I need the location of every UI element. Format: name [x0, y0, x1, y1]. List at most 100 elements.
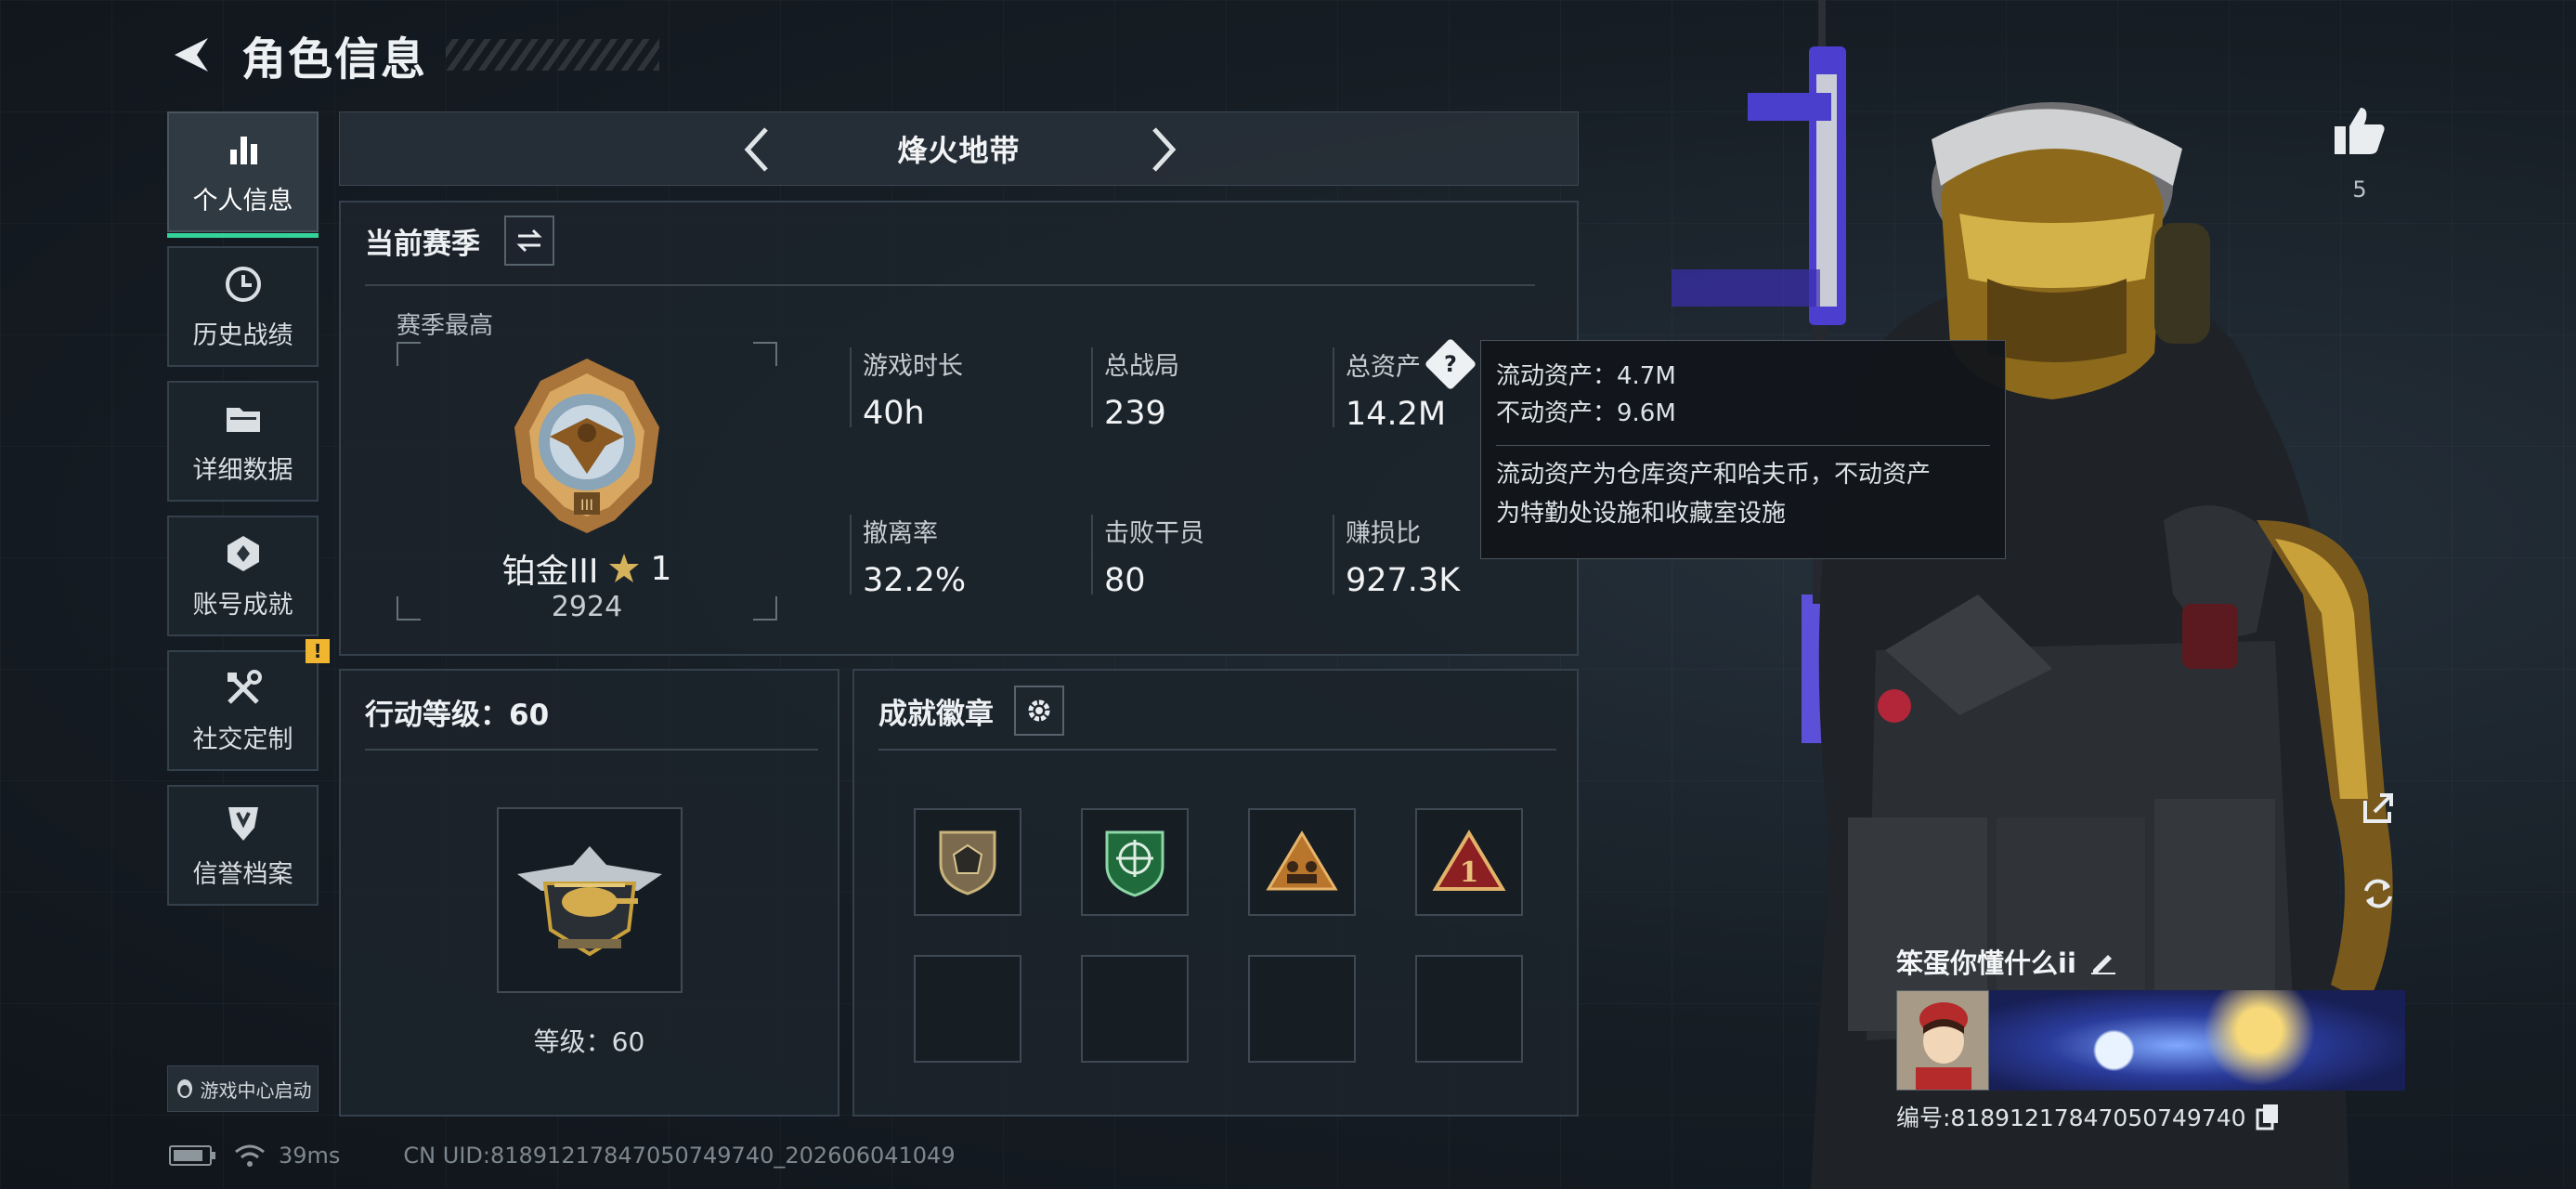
stat-label: 赚损比 — [1346, 519, 1421, 548]
divider — [878, 749, 1556, 751]
divider — [365, 284, 1535, 286]
stat-total-assets: 总资产 ? 14.2M — [1333, 337, 1477, 433]
stat-profit-loss: 赚损比 927.3K — [1332, 513, 1461, 599]
svg-text:III: III — [580, 496, 593, 514]
achievement-settings-button[interactable] — [1014, 686, 1064, 736]
warning-badge: ! — [306, 639, 330, 663]
swap-icon — [516, 229, 542, 253]
frame-corner — [753, 342, 777, 366]
stat-value: 239 — [1104, 395, 1166, 432]
rotate-button[interactable] — [2355, 870, 2401, 917]
platinum-rank-emblem-icon: III — [514, 359, 659, 533]
svg-text:1: 1 — [1460, 856, 1479, 889]
header: 角色信息 — [167, 26, 660, 85]
crest-icon — [222, 532, 265, 575]
sidebar-item-label: 详细数据 — [192, 455, 293, 485]
divider — [365, 749, 818, 751]
rank-name: 铂金III — [501, 553, 599, 591]
achievements-panel: 成就徽章 1 — [852, 669, 1579, 1117]
sidebar-item-achievements[interactable]: 账号成就 — [167, 516, 319, 636]
rank-name-row: 铂金III 1 — [397, 544, 777, 593]
ping-text: 39ms — [279, 1143, 341, 1169]
frame-corner — [397, 342, 421, 366]
sidebar-item-social[interactable]: 社交定制 ! — [167, 639, 330, 771]
help-mark: ? — [1444, 350, 1457, 377]
back-arrow-icon — [175, 38, 208, 72]
season-best-label: 赛季最高 — [397, 312, 494, 340]
next-mode-button[interactable] — [1138, 124, 1190, 176]
stat-extraction-rate: 撤离率 32.2% — [849, 513, 967, 599]
player-id-row: 编号:8189121784705074974​0 — [1896, 1100, 2405, 1133]
sidebar-item-label: 账号成就 — [192, 590, 293, 620]
stat-label: 击败干员 — [1104, 519, 1204, 548]
prev-mode-button[interactable] — [730, 124, 782, 176]
player-banner[interactable] — [1896, 990, 2405, 1091]
wifi-icon — [235, 1144, 265, 1167]
empty-badge-slot[interactable] — [1248, 955, 1356, 1063]
stat-value: 14.2M — [1346, 396, 1447, 433]
tooltip-fixed-assets: 不动资产：9.6M — [1496, 399, 1676, 427]
share-icon — [2363, 793, 2393, 823]
stat-value: 32.2% — [863, 562, 967, 599]
sidebar-item-label: 个人信息 — [192, 186, 293, 216]
player-name-row: 笨蛋你懂什么ii — [1896, 942, 2405, 981]
stat-label: 游戏时长 — [863, 352, 963, 381]
red-number-one-badge-icon: 1 — [1432, 830, 1506, 891]
chevron-left-icon — [744, 127, 768, 172]
sidebar-item-label: 历史战绩 — [192, 320, 293, 350]
sidebar-item-history[interactable]: 历史战绩 — [167, 246, 319, 367]
share-button[interactable] — [2355, 785, 2401, 831]
tools-icon — [222, 667, 265, 710]
thumbs-up-icon[interactable] — [2333, 104, 2387, 156]
stat-label: 总战局 — [1104, 352, 1179, 381]
help-icon[interactable]: ? — [1424, 337, 1477, 391]
switch-season-button[interactable] — [504, 216, 554, 266]
season-header: 当前赛季 — [365, 216, 554, 266]
edit-pencil-icon[interactable] — [2089, 947, 2117, 975]
avatar-portrait — [1897, 991, 1988, 1090]
battery-icon — [169, 1145, 215, 1166]
achievements-header: 成就徽章 — [878, 686, 1064, 736]
copy-icon[interactable] — [2256, 1103, 2280, 1130]
star-icon — [609, 554, 640, 582]
stat-playtime: 游戏时长 40h — [850, 346, 963, 432]
game-center-launch-badge: 游戏中心启动 — [167, 1065, 319, 1112]
rank-star-count: 1 — [650, 549, 672, 588]
stat-total-matches: 总战局 239 — [1091, 346, 1179, 432]
player-card: 笨蛋你懂什么ii 编号:8189121784705074974​0 — [1896, 942, 2405, 1133]
level-badge-frame — [497, 807, 683, 993]
back-button[interactable] — [167, 31, 215, 79]
level-label: 等级：60 — [533, 1026, 645, 1057]
player-id: 编号:8189121784705074974​0 — [1896, 1104, 2246, 1131]
achievement-badge-slot[interactable] — [1248, 808, 1356, 916]
sidebar-item-label: 信誉档案 — [192, 859, 293, 889]
page-title: 角色信息 — [241, 33, 428, 85]
achievements-title: 成就徽章 — [878, 697, 994, 731]
empty-badge-slot[interactable] — [1081, 955, 1189, 1063]
penguin-icon — [176, 1079, 192, 1098]
season-panel: 当前赛季 赛季最高 III 铂金III 1 2924 游戏时长 40h 总战局 … — [339, 201, 1579, 656]
bar-chart-icon — [222, 128, 265, 171]
stat-label-row: 总资产 ? — [1346, 337, 1477, 391]
achievement-badge-slot[interactable] — [914, 808, 1021, 916]
stat-value: 927.3K — [1346, 562, 1461, 599]
sidebar-item-personal-info[interactable]: 个人信息 — [167, 111, 319, 238]
title-decoration — [446, 39, 660, 71]
gear-icon — [1028, 699, 1050, 722]
clock-icon — [222, 263, 265, 306]
achievement-badge-slot[interactable] — [1081, 808, 1189, 916]
launch-badge-label: 游戏中心启动 — [200, 1078, 312, 1102]
avatar[interactable] — [1896, 990, 1989, 1091]
sidebar-item-reputation[interactable]: 信誉档案 — [167, 785, 319, 906]
tooltip-note-line: 流动资产为仓库资产和哈夫币，不动资产 — [1496, 461, 1932, 489]
chevron-right-icon — [1152, 127, 1177, 172]
stat-operators-defeated: 击败干员 80 — [1091, 513, 1204, 599]
sidebar-item-details[interactable]: 详细数据 — [167, 381, 319, 502]
helicopter-level-badge-icon — [517, 846, 662, 957]
tooltip-note-line: 为特勤处设施和收藏室设施 — [1496, 500, 1787, 528]
empty-badge-slot[interactable] — [1415, 955, 1523, 1063]
empty-badge-slot[interactable] — [914, 955, 1021, 1063]
mode-selector: 烽火地带 — [339, 111, 1579, 186]
orange-team-badge-icon — [1266, 830, 1338, 891]
achievement-badge-slot[interactable]: 1 — [1415, 808, 1523, 916]
